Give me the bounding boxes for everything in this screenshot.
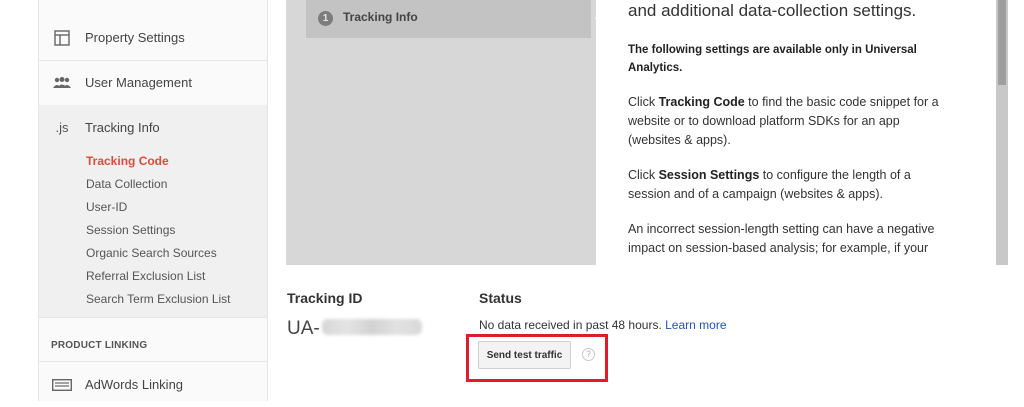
sub-item-search-term-exclusion-list[interactable]: Search Term Exclusion List [86,292,231,306]
js-icon: .js [55,120,69,135]
step-label: Tracking Info [343,10,418,24]
step-number-badge: 1 [318,11,333,26]
text: Click [628,95,659,109]
help-icon[interactable]: ? [582,348,595,361]
scrollbar[interactable] [996,0,1008,265]
nav-tracking-info[interactable]: .js Tracking Info [39,105,267,150]
info-paragraph: An incorrect session-length setting can … [628,222,935,255]
status-label: Status [479,290,522,306]
nav-property-settings[interactable]: Property Settings [39,15,267,60]
section-heading-product-linking: PRODUCT LINKING [51,340,148,351]
tracking-id-value: UA- [287,318,422,340]
sub-item-data-collection[interactable]: Data Collection [86,177,167,191]
nav-user-management-label: User Management [85,75,192,90]
emphasis: Tracking Code [658,95,745,109]
send-test-traffic-button[interactable]: Send test traffic [478,341,571,369]
sub-item-organic-search-sources[interactable]: Organic Search Sources [86,246,217,260]
tracking-id-prefix: UA- [287,318,320,339]
sub-item-referral-exclusion-list[interactable]: Referral Exclusion List [86,269,205,283]
step-tracking-info[interactable]: 1 Tracking Info [306,0,591,38]
sub-item-tracking-code[interactable]: Tracking Code [86,154,169,168]
nav-user-management[interactable]: User Management [39,60,267,105]
emphasis: Session Settings [658,168,760,182]
scrollbar-thumb[interactable] [998,0,1006,85]
tracking-info-submenu: Tracking Code Data Collection User-ID Se… [39,150,267,317]
sub-item-user-id[interactable]: User-ID [86,200,127,214]
redacted-tracking-id [321,319,422,335]
info-card: and additional data-collection settings.… [596,0,996,265]
divider [39,317,267,318]
text: Click [628,168,659,182]
sub-item-session-settings[interactable]: Session Settings [86,223,175,237]
sidebar: Property Settings User Management .js Tr… [38,0,268,401]
nav-tracking-info-label: Tracking Info [85,120,160,135]
nav-adwords-linking-label: AdWords Linking [85,377,184,392]
users-icon [52,73,72,93]
adwords-icon [52,375,72,395]
tracking-id-label: Tracking ID [287,290,363,306]
info-paragraph: Click Session Settings to configure the … [628,166,948,204]
info-paragraph: Click Tracking Code to find the basic co… [628,93,948,150]
property-settings-icon [52,28,72,48]
status-message: No data received in past 48 hours. [479,318,662,332]
info-note: The following settings are available onl… [628,44,917,74]
status-text: No data received in past 48 hours. Learn… [479,318,727,332]
nav-property-settings-label: Property Settings [85,30,185,45]
info-heading: and additional data-collection settings. [628,1,917,20]
learn-more-link[interactable]: Learn more [665,318,726,332]
nav-adwords-linking[interactable]: AdWords Linking [39,362,267,407]
